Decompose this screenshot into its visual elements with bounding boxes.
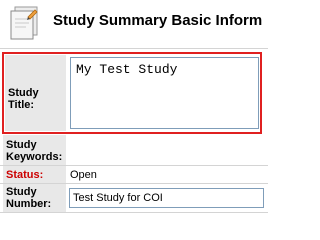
status-label: Status: [3,166,66,183]
study-title-row: Study Title: My Test Study [0,49,268,135]
study-title-highlight: Study Title: My Test Study [2,52,262,134]
page-title: Study Summary Basic Inform [53,12,263,29]
study-keywords-value [67,135,268,165]
study-number-row: Study Number: [0,184,268,213]
study-summary-form: Study Title: My Test Study Study Keyword… [0,48,268,213]
study-title-label: Study Title: [5,55,66,131]
page-header: Study Summary Basic Inform [0,0,268,44]
study-number-input[interactable] [69,188,264,208]
study-title-textarea[interactable]: My Test Study [70,57,259,129]
status-value: Open [70,168,97,181]
study-keywords-row: Study Keywords: [0,135,268,166]
status-row: Status: Open [0,166,268,184]
study-keywords-label: Study Keywords: [3,135,66,165]
documents-icon [8,5,48,41]
study-number-label: Study Number: [3,184,66,212]
